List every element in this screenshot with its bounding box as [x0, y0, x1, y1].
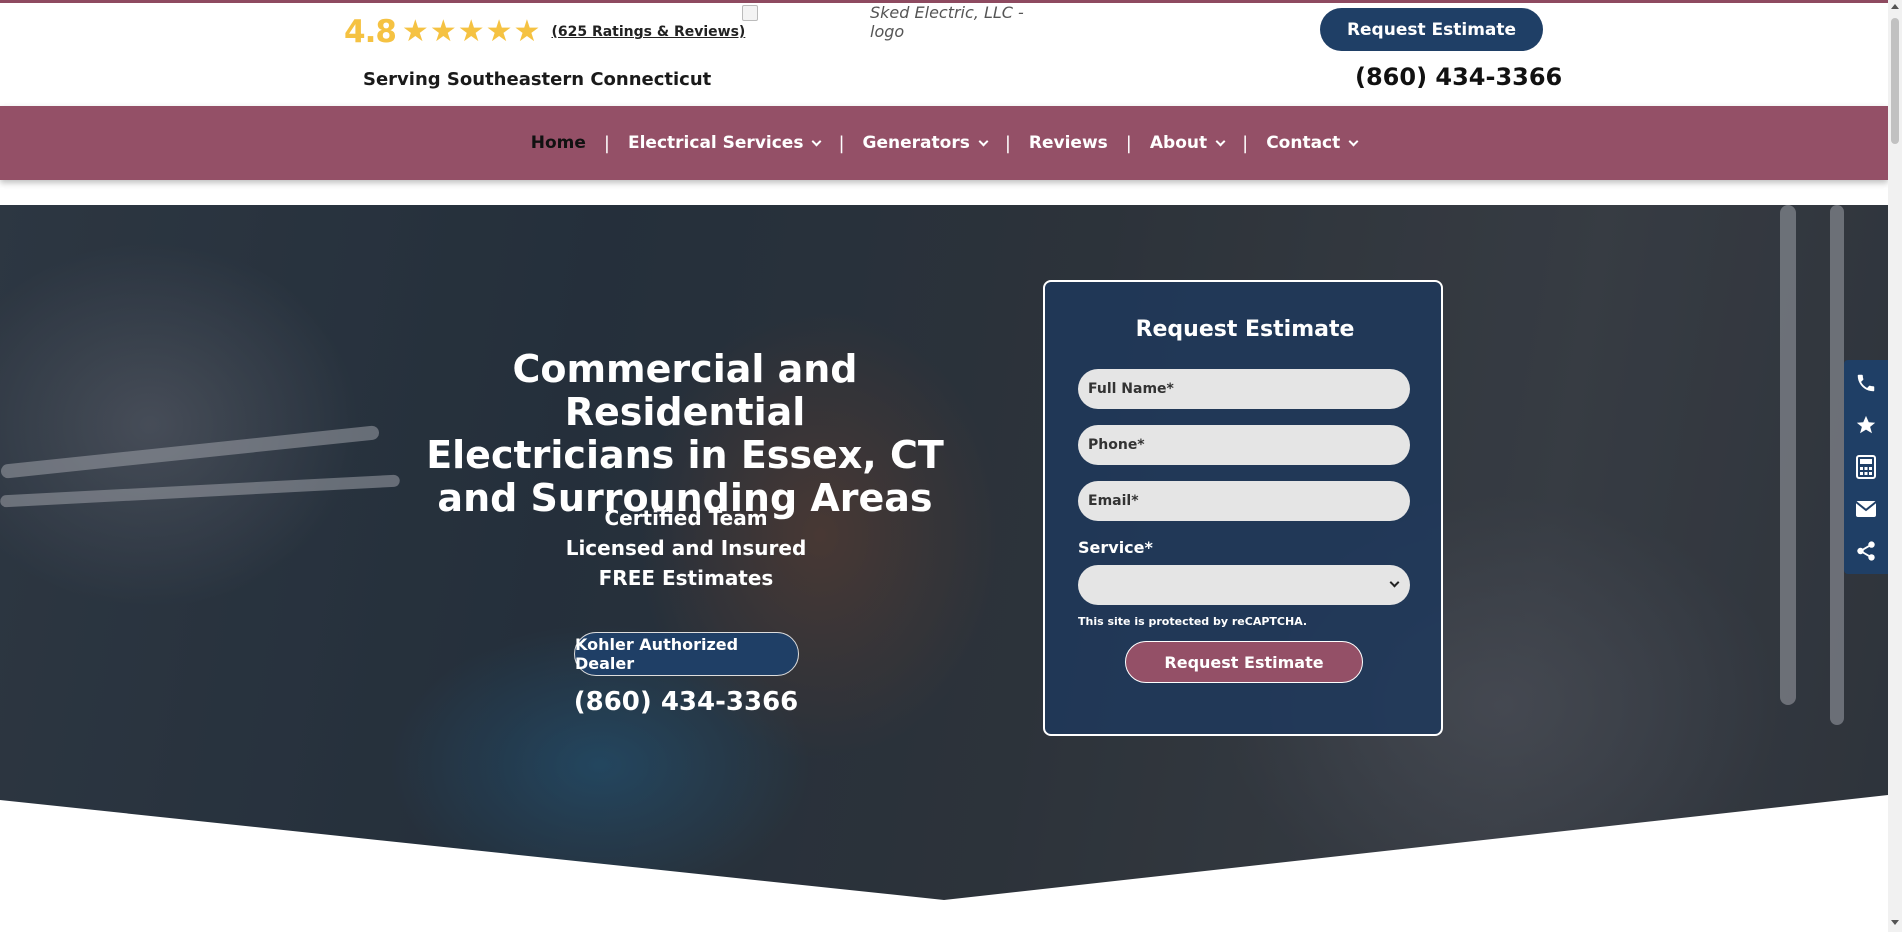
side-estimate-button[interactable] [1844, 446, 1888, 488]
side-share-button[interactable] [1844, 530, 1888, 572]
nav-label: Contact [1266, 133, 1341, 153]
header-phone-link[interactable]: (860) 434-3366 [1355, 63, 1562, 91]
scrollbar-thumb[interactable] [1891, 18, 1899, 144]
email-input[interactable]: Email* [1078, 481, 1410, 521]
full-name-input[interactable]: Full Name* [1078, 369, 1410, 409]
nav-label: Generators [862, 133, 970, 153]
form-title: Request Estimate [1135, 317, 1355, 342]
scroll-down-arrow-icon[interactable] [1891, 920, 1899, 925]
page-scrollbar[interactable] [1888, 0, 1902, 932]
nav-label: Home [530, 133, 586, 153]
side-reviews-button[interactable] [1844, 404, 1888, 446]
nav-label: About [1149, 133, 1208, 153]
site-logo[interactable]: Sked Electric, LLC - logo [742, 3, 1038, 63]
chevron-down-icon [812, 136, 822, 146]
service-area-text: Serving Southeastern Connecticut [363, 69, 712, 90]
rating-value: 4.8 [344, 14, 397, 50]
rating-summary: 4.8 ★ ★ ★ ★ ★ (625 Ratings & Reviews) [344, 14, 745, 50]
envelope-icon [1855, 501, 1877, 517]
chevron-down-icon [1348, 136, 1359, 146]
star-icon: ★ [513, 14, 541, 49]
logo-alt-text: Sked Electric, LLC - logo [870, 3, 1024, 41]
star-icon: ★ [457, 14, 485, 49]
service-select[interactable] [1078, 565, 1410, 605]
phone-icon [1857, 374, 1875, 392]
request-estimate-form: Request Estimate Full Name* Phone* Email… [1043, 280, 1443, 736]
calculator-icon [1856, 455, 1876, 479]
chevron-down-icon [1389, 577, 1400, 588]
hero-title: Commercial and Residential Electricians … [390, 348, 980, 520]
hero-highlight: Licensed and Insured [565, 536, 807, 560]
chevron-down-icon [1215, 136, 1226, 146]
nav-separator: | [1242, 132, 1249, 154]
star-icon: ★ [429, 14, 457, 49]
rating-stars: ★ ★ ★ ★ ★ [402, 17, 542, 47]
service-label: Service* [1078, 538, 1153, 557]
hero-title-line: Electricians in Essex, CT [426, 433, 944, 477]
page: 4.8 ★ ★ ★ ★ ★ (625 Ratings & Reviews) Se… [0, 0, 1902, 932]
hero-phone-link[interactable]: (860) 434-3366 [560, 687, 812, 717]
share-icon [1857, 541, 1875, 561]
broken-image-icon [742, 5, 758, 21]
main-nav: Home | Electrical Services | Generators … [0, 106, 1888, 180]
nav-separator: | [1125, 132, 1132, 154]
scroll-up-arrow-icon[interactable] [1891, 4, 1899, 9]
star-icon: ★ [401, 14, 429, 49]
hero-highlight: Certified Team [604, 506, 768, 530]
hero-highlight: FREE Estimates [598, 566, 774, 590]
nav-contact[interactable]: Contact [1260, 133, 1363, 153]
recaptcha-note: This site is protected by reCAPTCHA. [1078, 615, 1308, 628]
nav-about[interactable]: About [1144, 133, 1230, 153]
hero-highlights: Certified Team Licensed and Insured FREE… [526, 503, 846, 593]
side-email-button[interactable] [1844, 488, 1888, 530]
nav-generators[interactable]: Generators [857, 133, 993, 153]
nav-home[interactable]: Home [525, 133, 592, 153]
hero-section: Commercial and Residential Electricians … [0, 205, 1888, 900]
ratings-reviews-link[interactable]: (625 Ratings & Reviews) [551, 24, 745, 40]
side-phone-button[interactable] [1844, 362, 1888, 404]
nav-separator: | [603, 132, 610, 154]
submit-estimate-button[interactable]: Request Estimate [1125, 641, 1363, 683]
nav-reviews[interactable]: Reviews [1023, 133, 1114, 153]
nav-separator: | [1004, 132, 1011, 154]
hero-title-line: Commercial and Residential [512, 347, 858, 434]
nav-electrical-services[interactable]: Electrical Services [622, 133, 826, 153]
nav-separator: | [838, 132, 845, 154]
kohler-dealer-button[interactable]: Kohler Authorized Dealer [574, 632, 799, 676]
nav-label: Reviews [1028, 133, 1108, 153]
site-header: 4.8 ★ ★ ★ ★ ★ (625 Ratings & Reviews) Se… [0, 3, 1888, 106]
chevron-down-icon [978, 136, 989, 146]
phone-input[interactable]: Phone* [1078, 425, 1410, 465]
star-icon: ★ [485, 14, 513, 49]
side-toolbar [1844, 360, 1888, 574]
hero-bottom-curve [0, 795, 1888, 900]
nav-label: Electrical Services [627, 133, 804, 153]
star-icon [1856, 415, 1876, 434]
request-estimate-button[interactable]: Request Estimate [1320, 8, 1543, 51]
